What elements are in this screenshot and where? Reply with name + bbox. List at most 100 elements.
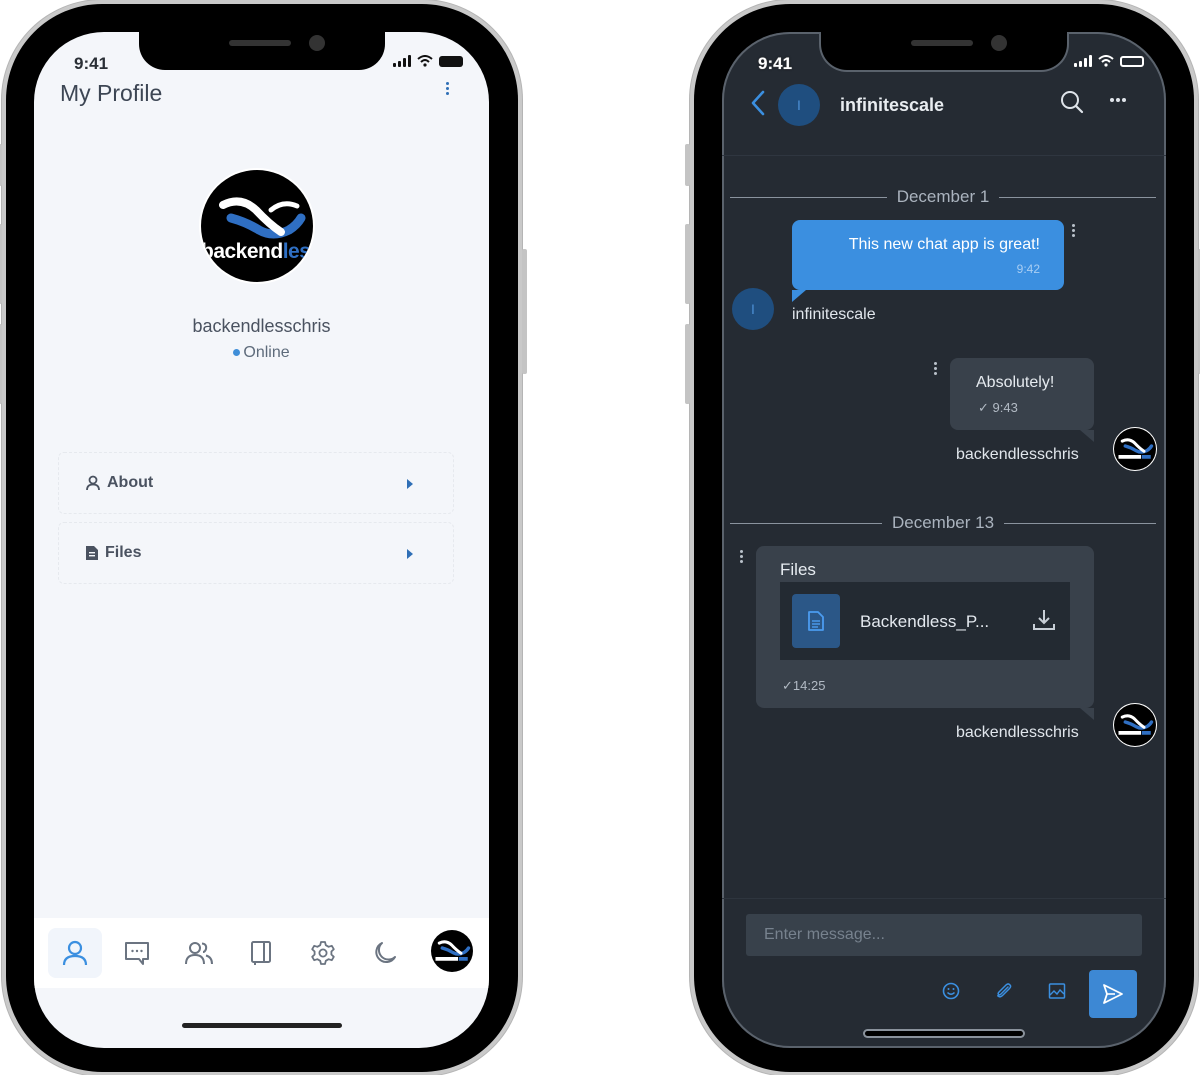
search-icon — [1061, 91, 1084, 114]
home-indicator — [865, 1031, 1023, 1036]
backendless-logo-icon — [1118, 714, 1154, 735]
file-attachment[interactable]: Backendless_P... — [780, 582, 1070, 660]
logo-wordmark: backendless — [201, 240, 313, 263]
volume-up-button — [685, 224, 690, 304]
chevron-left-icon — [751, 90, 765, 116]
status-time: 9:41 — [74, 54, 109, 73]
back-button[interactable] — [750, 90, 766, 121]
download-button[interactable] — [1032, 608, 1056, 637]
book-icon — [251, 941, 271, 965]
check-icon: ✓ — [782, 678, 793, 693]
status-time: 9:41 — [758, 54, 793, 73]
profile-username: backendlesschris — [192, 316, 331, 336]
send-icon — [1103, 984, 1123, 1004]
online-dot-icon — [233, 349, 241, 357]
bubble-tail — [1080, 708, 1094, 720]
volume-up-button — [0, 224, 2, 304]
file-icon-box — [792, 594, 840, 648]
nav-notebook[interactable] — [234, 928, 288, 978]
sender-name: infinitescale — [792, 306, 876, 323]
attach-button[interactable] — [995, 982, 1013, 1005]
caret-right-icon — [407, 479, 413, 489]
profile-avatar[interactable]: backendless — [201, 170, 313, 282]
sender-name: backendlesschris — [956, 724, 1079, 741]
message-time: ✓ 9:43 — [978, 400, 1018, 415]
composer-divider — [722, 898, 1166, 899]
nav-dark-mode[interactable] — [358, 928, 412, 978]
image-icon — [1048, 983, 1066, 999]
mute-switch — [0, 144, 2, 186]
wifi-icon — [1098, 55, 1114, 67]
profile-screen: 9:41 My Profile backendless backendlessc… — [34, 32, 489, 1048]
sender-avatar[interactable] — [1114, 428, 1156, 470]
mute-switch — [685, 144, 690, 186]
date-divider: December 13 — [730, 512, 1156, 534]
kebab-menu-icon[interactable] — [446, 82, 449, 95]
user-icon — [86, 475, 100, 491]
chat-screen: 9:41 I infinitescale December 1 This new… — [722, 32, 1166, 1048]
bubble-tail — [1080, 430, 1094, 442]
status-icons — [393, 55, 463, 67]
paperclip-icon — [997, 983, 1012, 998]
file-section-title: Files — [780, 560, 816, 579]
phone-frame-profile: 9:41 My Profile backendless backendlessc… — [0, 4, 527, 1072]
menu-item-files[interactable]: Files — [58, 522, 454, 584]
file-icon — [86, 546, 98, 560]
menu-item-about[interactable]: About — [58, 452, 454, 514]
file-message-bubble[interactable]: Files Backendless_P... ✓14:25 — [756, 546, 1094, 720]
backendless-logo-icon — [219, 197, 306, 239]
message-time: 9:42 — [1016, 262, 1040, 276]
emoji-icon — [942, 982, 960, 1000]
message-bubble[interactable]: Absolutely! ✓ 9:43 — [950, 358, 1094, 442]
chat-title: infinitescale — [840, 95, 945, 115]
contact-avatar[interactable]: I — [778, 84, 820, 126]
download-icon — [1033, 610, 1055, 630]
menu-item-label: About — [107, 474, 154, 491]
message-text: This new chat app is great! — [848, 236, 1040, 253]
chat-icon — [125, 942, 149, 965]
message-text: Absolutely! — [976, 374, 1055, 391]
user-icon — [62, 940, 88, 966]
menu-item-label: Files — [105, 544, 142, 561]
nav-settings[interactable] — [296, 928, 350, 978]
power-button — [522, 249, 527, 374]
signal-icon — [393, 55, 411, 67]
nav-profile[interactable] — [48, 928, 102, 978]
send-button[interactable] — [1089, 970, 1137, 1018]
sender-avatar[interactable]: I — [732, 288, 774, 330]
signal-icon — [1074, 55, 1092, 67]
nav-contacts[interactable] — [172, 928, 226, 978]
page-title: My Profile — [60, 80, 163, 106]
nav-chats[interactable] — [110, 928, 164, 978]
sender-name: backendlesschris — [956, 446, 1079, 463]
volume-down-button — [0, 324, 2, 404]
message-options-icon[interactable] — [740, 550, 743, 563]
moon-icon — [375, 942, 396, 963]
bubble-tail — [792, 290, 806, 302]
search-button[interactable] — [1060, 90, 1084, 119]
users-icon — [185, 942, 213, 965]
message-options-icon[interactable] — [1072, 224, 1075, 237]
home-indicator — [181, 1023, 342, 1028]
backendless-logo-icon — [1118, 438, 1154, 459]
file-name: Backendless_P... — [860, 612, 990, 631]
date-divider: December 1 — [730, 186, 1157, 208]
sender-avatar[interactable] — [1114, 704, 1156, 746]
gear-icon — [311, 941, 335, 965]
chat-header: I infinitescale — [722, 76, 1166, 156]
more-options-icon[interactable] — [1110, 98, 1126, 102]
phone-frame-chat: 9:41 I infinitescale December 1 This new… — [685, 4, 1200, 1072]
message-options-icon[interactable] — [934, 362, 937, 375]
wifi-icon — [417, 55, 433, 67]
volume-down-button — [685, 324, 690, 404]
battery-icon — [439, 55, 463, 67]
message-input[interactable] — [746, 914, 1142, 956]
emoji-button[interactable] — [942, 982, 960, 1005]
message-time: ✓14:25 — [782, 678, 826, 693]
notch — [821, 32, 1067, 70]
status-icons — [1074, 55, 1144, 67]
image-button[interactable] — [1048, 982, 1066, 1005]
message-bubble[interactable]: This new chat app is great! 9:42 — [792, 220, 1064, 302]
battery-icon — [1120, 55, 1144, 67]
nav-account-avatar[interactable] — [431, 930, 473, 972]
